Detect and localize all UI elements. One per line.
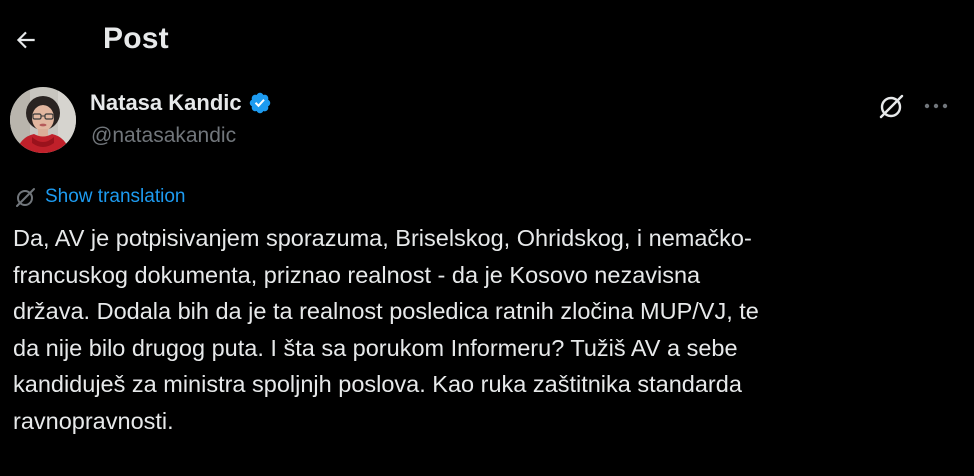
- page-header: Post: [0, 0, 974, 80]
- back-button[interactable]: [8, 22, 44, 58]
- grok-icon: [879, 94, 904, 119]
- show-translation-link[interactable]: Show translation: [14, 184, 185, 210]
- grok-button[interactable]: [876, 90, 908, 122]
- verified-badge-icon: [248, 91, 272, 115]
- avatar-photo: [10, 87, 76, 153]
- more-button[interactable]: [918, 90, 954, 122]
- page-title: Post: [103, 22, 169, 55]
- author-handle[interactable]: @natasakandic: [91, 124, 236, 148]
- tweet-text: Da, AV je potpisivanjem sporazuma, Brise…: [13, 225, 759, 434]
- arrow-left-icon: [16, 31, 35, 49]
- translate-icon: [16, 188, 35, 207]
- author-display-name: Natasa Kandic: [90, 90, 242, 115]
- author-name-row[interactable]: Natasa Kandic: [90, 88, 272, 118]
- avatar[interactable]: [10, 87, 76, 153]
- more-horizontal-icon: [924, 103, 948, 109]
- show-translation-label: Show translation: [45, 186, 186, 207]
